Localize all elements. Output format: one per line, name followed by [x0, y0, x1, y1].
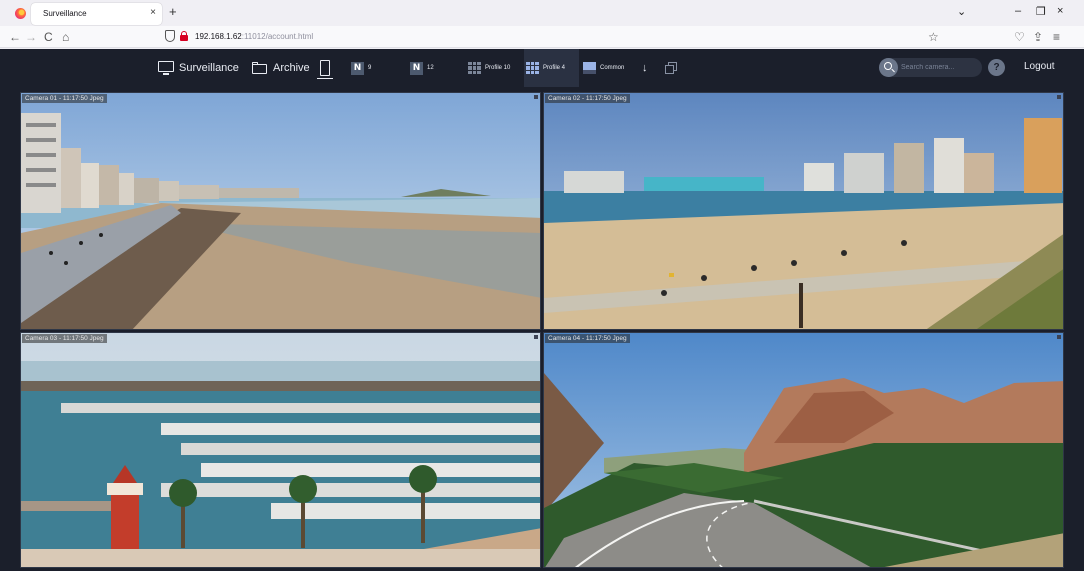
surveillance-button[interactable]: Surveillance — [158, 49, 239, 87]
camera-02-video-frame — [544, 93, 1063, 329]
camera-tile-04[interactable]: Camera 04 - 11:17:50 Jpeg — [543, 332, 1064, 568]
profile-10-label: Profile 10 — [485, 65, 511, 71]
extensions-icon[interactable]: ⇪ — [1033, 29, 1043, 45]
copy-layout-button[interactable] — [665, 49, 677, 87]
tab-close-icon[interactable]: × — [150, 7, 156, 18]
tablet-icon — [317, 60, 333, 80]
url-host: 192.168.1.62 — [195, 32, 242, 41]
url-bar[interactable]: 192.168.1.62:11012/account.html — [195, 32, 313, 41]
archive-label: Archive — [273, 62, 310, 74]
help-icon[interactable]: ? — [988, 59, 1005, 76]
reload-icon[interactable]: C — [44, 29, 53, 45]
n-layout-icon: N — [410, 61, 423, 75]
camera-label: Camera 01 - 11:17:50 Jpeg — [22, 94, 107, 103]
tab-title: Surveillance — [43, 9, 87, 18]
archive-button[interactable]: Archive — [252, 49, 310, 87]
camera-01-video-frame — [21, 93, 540, 329]
monitor-icon — [158, 61, 174, 75]
url-path: :11012/account.html — [241, 32, 314, 41]
browser-nav-bar: ← → C ⌂ 192.168.1.62:11012/account.html … — [0, 26, 1084, 48]
copy-icon — [665, 62, 677, 74]
pocket-icon[interactable]: ♡ — [1014, 29, 1025, 45]
camera-search-input[interactable] — [901, 62, 979, 73]
camera-label: Camera 02 - 11:17:50 Jpeg — [545, 94, 630, 103]
restore-icon[interactable]: ❐ — [1036, 5, 1046, 18]
maximize-icon[interactable] — [1057, 95, 1061, 99]
maximize-icon[interactable] — [534, 335, 538, 339]
maximize-icon[interactable] — [534, 95, 538, 99]
back-arrow-icon[interactable]: ← — [9, 29, 21, 45]
insecure-lock-icon[interactable] — [180, 31, 188, 41]
maximize-icon[interactable] — [1057, 335, 1061, 339]
search-icon[interactable] — [879, 58, 898, 77]
camera-tile-03[interactable]: Camera 03 - 11:17:50 Jpeg — [20, 332, 541, 568]
common-label: Common — [600, 65, 625, 71]
download-button[interactable]: ↓ — [642, 49, 648, 87]
home-icon[interactable]: ⌂ — [62, 29, 69, 45]
single-view-button[interactable] — [317, 49, 333, 87]
logout-button[interactable]: Logout — [1024, 61, 1055, 72]
common-profile-button[interactable]: Common — [583, 49, 624, 87]
camera-label: Camera 03 - 11:17:50 Jpeg — [22, 334, 107, 343]
new-tab-icon[interactable]: + — [169, 4, 177, 19]
browser-tab-bar: Surveillance × + ⌄ – ❐ × — [0, 0, 1084, 26]
profile-10-button[interactable]: Profile 10 — [468, 49, 510, 87]
layout-9-button[interactable]: N 9 — [351, 49, 371, 87]
camera-tile-02[interactable]: Camera 02 - 11:17:50 Jpeg — [543, 92, 1064, 330]
firefox-icon — [15, 8, 26, 19]
browser-tab[interactable]: Surveillance × — [31, 3, 162, 25]
surveillance-label: Surveillance — [179, 62, 239, 74]
camera-label: Camera 04 - 11:17:50 Jpeg — [545, 334, 630, 343]
tracking-shield-icon[interactable] — [165, 30, 175, 42]
camera-search-box — [879, 58, 982, 77]
list-all-tabs-icon[interactable]: ⌄ — [957, 5, 966, 18]
layout-12-button[interactable]: N 12 — [410, 49, 434, 87]
camera-grid: Camera 01 - 11:17:50 Jpeg Camera 02 - 11… — [0, 87, 1084, 571]
common-profile-icon — [583, 62, 596, 74]
layout-9-label: 9 — [368, 65, 372, 71]
profile-4-label: Profile 4 — [543, 65, 566, 71]
n-layout-icon: N — [351, 61, 364, 75]
profile-4-button[interactable]: Profile 4 — [524, 49, 579, 87]
grid-layout-icon — [526, 62, 539, 74]
forward-arrow-icon[interactable]: → — [25, 29, 37, 45]
layout-12-label: 12 — [427, 65, 434, 71]
app-menu-icon[interactable]: ≡ — [1053, 29, 1060, 45]
folder-icon — [252, 62, 267, 74]
window-close-icon[interactable]: × — [1057, 5, 1063, 17]
bookmark-star-icon[interactable]: ☆ — [928, 29, 939, 45]
grid-layout-icon — [468, 62, 481, 74]
camera-04-video-frame — [544, 333, 1063, 567]
camera-03-video-frame — [21, 333, 540, 567]
camera-tile-01[interactable]: Camera 01 - 11:17:50 Jpeg — [20, 92, 541, 330]
minimize-icon[interactable]: – — [1015, 5, 1021, 17]
download-arrow-icon: ↓ — [642, 62, 648, 74]
